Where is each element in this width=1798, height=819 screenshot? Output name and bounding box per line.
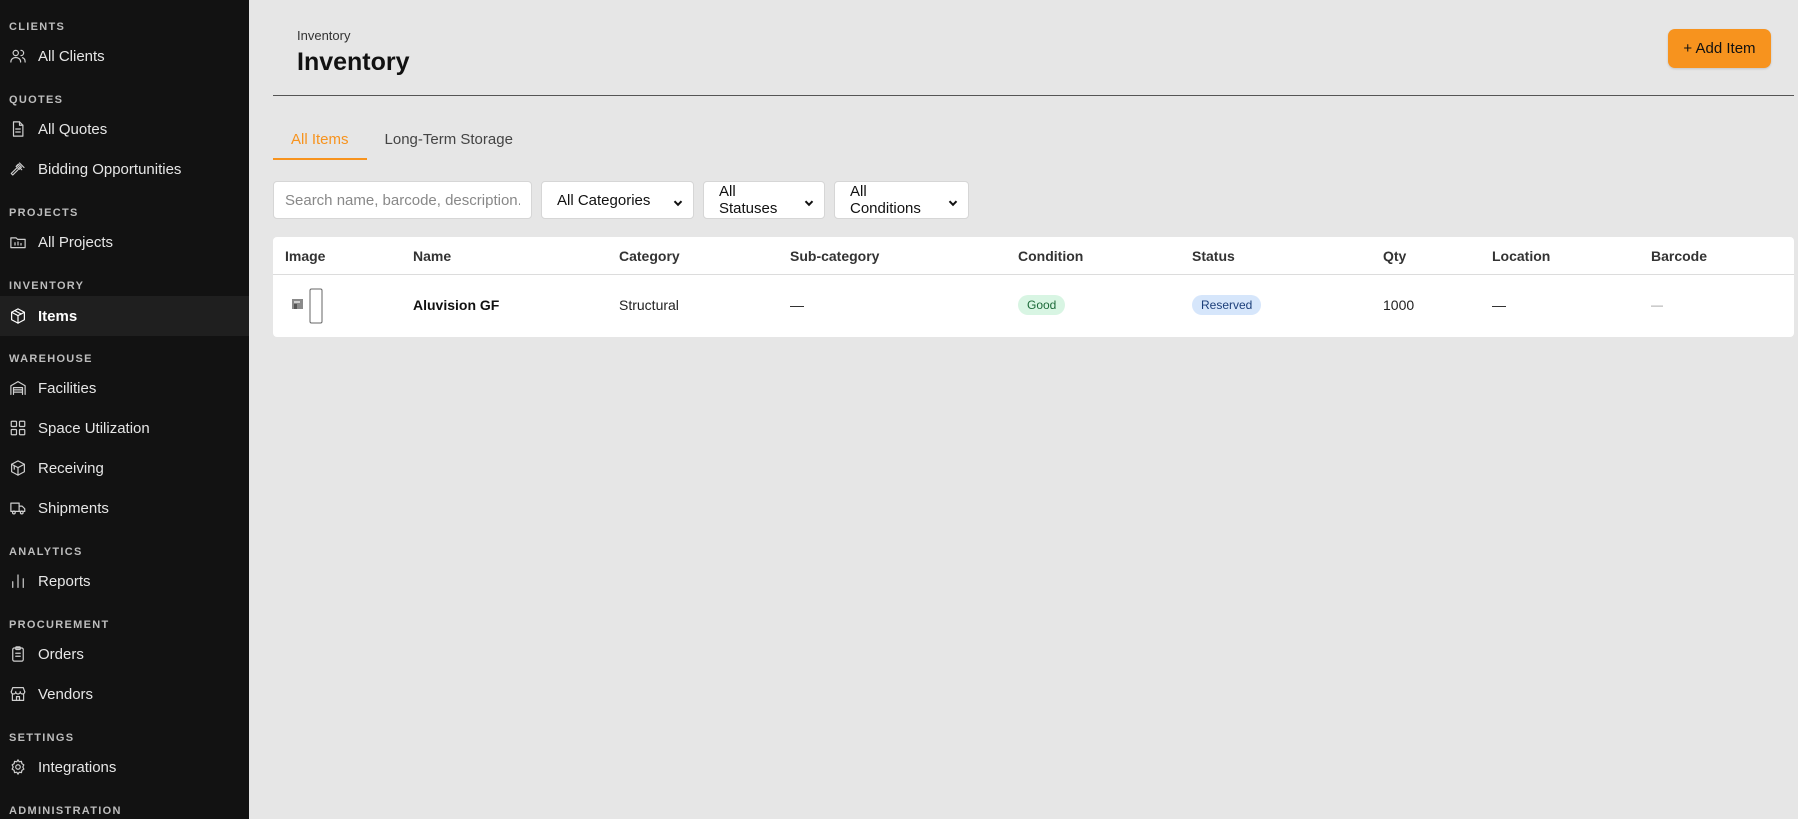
sidebar-item-label: Orders: [38, 645, 84, 663]
sidebar-section-analytics: ANALYTICS: [9, 546, 83, 558]
header-divider: [273, 95, 1794, 96]
sidebar-item-label: All Clients: [38, 47, 105, 65]
sidebar-item-label: All Quotes: [38, 120, 108, 138]
chevron-down-icon: [673, 195, 683, 207]
main-content: Inventory Inventory + Add Item All Items…: [249, 0, 1798, 819]
filter-bar: All Categories All Statuses All Conditio…: [273, 181, 969, 219]
sidebar-item-label: All Projects: [38, 233, 114, 251]
sidebar-item-receiving[interactable]: Receiving: [0, 448, 249, 488]
cube-icon: [9, 307, 27, 325]
sidebar-item-label: Reports: [38, 572, 91, 590]
search-input[interactable]: [273, 181, 532, 219]
grid-icon: [9, 419, 27, 437]
column-header-qty[interactable]: Qty: [1383, 248, 1406, 264]
sidebar-section-warehouse: WAREHOUSE: [9, 353, 93, 365]
sidebar-item-bidding-opportunities[interactable]: Bidding Opportunities: [0, 149, 249, 189]
sidebar-item-label: Space Utilization: [38, 419, 150, 437]
add-item-button[interactable]: + Add Item: [1668, 29, 1771, 68]
item-location: —: [1492, 297, 1506, 313]
inventory-table: Image Name Category Sub-category Conditi…: [273, 237, 1794, 337]
sidebar-section-procurement: PROCUREMENT: [9, 619, 110, 631]
clipboard-icon: [9, 645, 27, 663]
sidebar-item-all-quotes[interactable]: All Quotes: [0, 109, 249, 149]
column-header-image[interactable]: Image: [285, 248, 325, 264]
item-subcategory: —: [790, 297, 804, 313]
status-select-value: All Statuses: [719, 183, 778, 217]
item-category: Structural: [619, 297, 679, 313]
sidebar-item-label: Items: [38, 307, 78, 325]
breadcrumb[interactable]: Inventory: [297, 28, 350, 43]
table-header: Image Name Category Sub-category Conditi…: [273, 237, 1794, 275]
sidebar-item-facilities[interactable]: Facilities: [0, 368, 249, 408]
sidebar: CLIENTS All Clients QUOTES All Quotes Bi…: [0, 0, 249, 819]
users-icon: [9, 47, 27, 65]
folder-chart-icon: [9, 233, 27, 251]
sidebar-item-integrations[interactable]: Integrations: [0, 747, 249, 787]
status-select[interactable]: All Statuses: [703, 181, 825, 219]
sidebar-item-label: Integrations: [38, 758, 117, 776]
item-thumbnail: [292, 288, 323, 324]
table-row[interactable]: Aluvision GF Structural — Good Reserved …: [273, 275, 1794, 337]
category-select[interactable]: All Categories: [541, 181, 694, 219]
gear-icon: [9, 758, 27, 776]
sidebar-section-clients: CLIENTS: [9, 21, 66, 33]
sidebar-section-projects: PROJECTS: [9, 207, 79, 219]
column-header-barcode[interactable]: Barcode: [1651, 248, 1707, 264]
category-select-value: All Categories: [557, 191, 651, 209]
column-header-category[interactable]: Category: [619, 248, 680, 264]
sidebar-item-label: Shipments: [38, 499, 109, 517]
package-icon: [9, 459, 27, 477]
condition-badge: Good: [1018, 295, 1066, 315]
bar-chart-icon: [9, 572, 27, 590]
sidebar-item-label: Facilities: [38, 379, 97, 397]
item-qty: 1000: [1383, 297, 1415, 313]
chevron-down-icon: [948, 195, 958, 207]
column-header-location[interactable]: Location: [1492, 248, 1550, 264]
status-badge: Reserved: [1192, 295, 1262, 315]
sidebar-section-inventory: INVENTORY: [9, 280, 85, 292]
condition-select[interactable]: All Conditions: [834, 181, 969, 219]
sidebar-item-space-utilization[interactable]: Space Utilization: [0, 408, 249, 448]
sidebar-section-administration: ADMINISTRATION: [9, 805, 122, 817]
sidebar-item-label: Bidding Opportunities: [38, 160, 182, 178]
item-barcode: —: [1651, 298, 1663, 312]
condition-select-value: All Conditions: [850, 183, 921, 217]
tab-all-items[interactable]: All Items: [273, 126, 367, 160]
sidebar-item-shipments[interactable]: Shipments: [0, 488, 249, 528]
sidebar-section-settings: SETTINGS: [9, 732, 75, 744]
sidebar-item-label: Vendors: [38, 685, 94, 703]
column-header-sub-category[interactable]: Sub-category: [790, 248, 879, 264]
page-title: Inventory: [297, 48, 410, 76]
sidebar-item-vendors[interactable]: Vendors: [0, 674, 249, 714]
sidebar-item-all-projects[interactable]: All Projects: [0, 222, 249, 262]
column-header-condition[interactable]: Condition: [1018, 248, 1083, 264]
column-header-name[interactable]: Name: [413, 248, 451, 264]
sidebar-item-label: Receiving: [38, 459, 104, 477]
sidebar-item-reports[interactable]: Reports: [0, 561, 249, 601]
gavel-icon: [9, 160, 27, 178]
sidebar-item-items[interactable]: Items: [0, 296, 249, 336]
store-icon: [9, 685, 27, 703]
building-icon: [9, 379, 27, 397]
item-name[interactable]: Aluvision GF: [413, 297, 499, 313]
document-icon: [9, 120, 27, 138]
truck-icon: [9, 499, 27, 517]
sidebar-item-all-clients[interactable]: All Clients: [0, 36, 249, 76]
sidebar-section-quotes: QUOTES: [9, 94, 64, 106]
tab-long-term-storage[interactable]: Long-Term Storage: [367, 126, 531, 160]
sidebar-item-orders[interactable]: Orders: [0, 634, 249, 674]
column-header-status[interactable]: Status: [1192, 248, 1235, 264]
tab-bar: All Items Long-Term Storage: [273, 126, 531, 160]
chevron-down-icon: [804, 195, 814, 207]
